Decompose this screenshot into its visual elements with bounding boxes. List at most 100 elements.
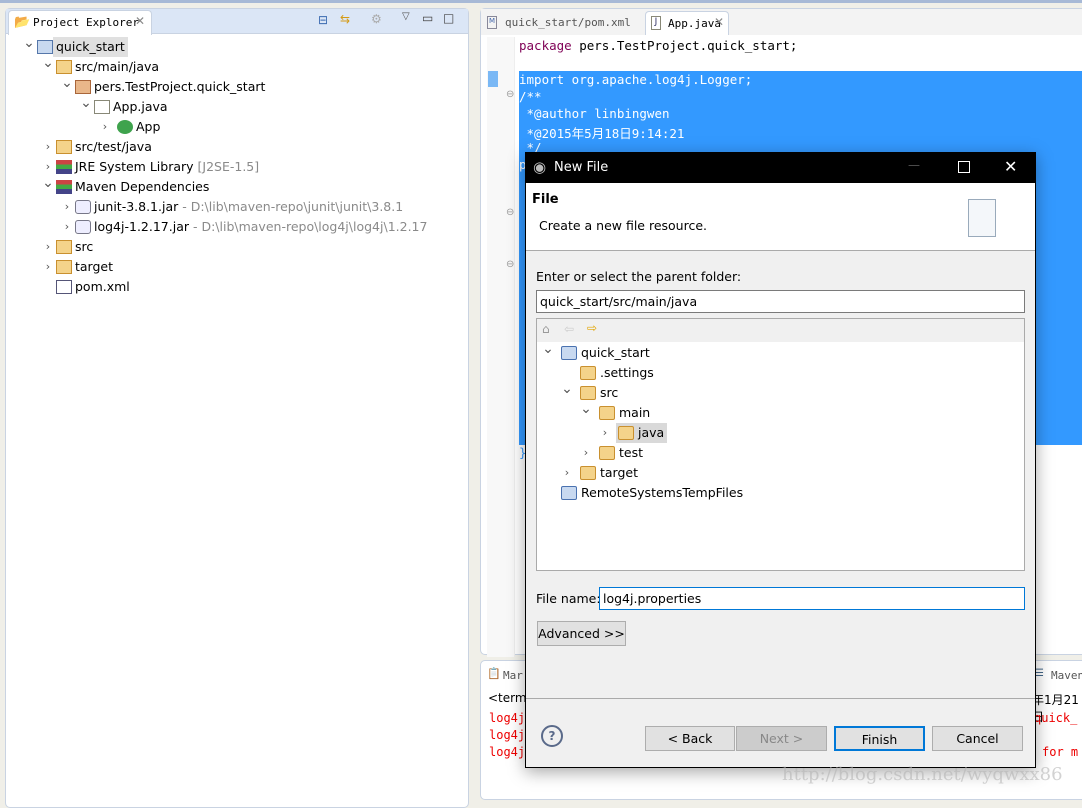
folder-icon: [580, 386, 596, 400]
tree-item[interactable]: ⌄ quick_start: [6, 35, 466, 57]
filter-icon[interactable]: ⚙: [371, 12, 382, 26]
tree-item-label: target: [75, 259, 114, 274]
advanced-button[interactable]: Advanced >>: [537, 621, 626, 646]
tree-item-label: Maven Dependencies: [75, 179, 210, 194]
folder-tree-item-label: quick_start: [581, 345, 650, 360]
chevron-down-icon[interactable]: ⌄: [42, 53, 54, 73]
back-button[interactable]: < Back: [645, 726, 735, 751]
chevron-down-icon[interactable]: ⌄: [61, 73, 73, 93]
tab-pom-xml[interactable]: M quick_start/pom.xml: [485, 12, 645, 34]
file-name-input[interactable]: log4j.properties: [599, 587, 1025, 610]
back-arrow-icon[interactable]: ⇦: [564, 322, 574, 336]
tree-item[interactable]: ⌄ Maven Dependencies: [6, 175, 466, 197]
chevron-right-icon[interactable]: ›: [42, 237, 54, 257]
tab-markers[interactable]: Mar: [503, 669, 523, 682]
tree-item[interactable]: ⌄ pers.TestProject.quick_start: [6, 75, 466, 97]
new-file-dialog: ◉ New File — ✕ File Create a new file re…: [525, 152, 1036, 768]
chevron-down-icon[interactable]: ⌄: [42, 173, 54, 193]
tab-app-java[interactable]: J App.java ✕: [645, 11, 729, 35]
console-line: quick_: [1034, 711, 1078, 725]
link-editor-icon[interactable]: ⇆: [340, 12, 350, 26]
code-line: pers.TestProject.quick_start;: [571, 38, 798, 53]
help-icon[interactable]: ?: [541, 725, 563, 747]
chevron-down-icon[interactable]: ⌄: [542, 339, 554, 359]
folder-tree-item-label: main: [619, 405, 651, 420]
console-line: log4j: [489, 728, 526, 742]
tree-item[interactable]: › target: [6, 257, 466, 277]
folder-tree-item-label: test: [619, 445, 644, 460]
folder-tree-item-label: target: [600, 465, 639, 480]
chevron-right-icon[interactable]: ›: [61, 197, 73, 217]
console-line: for m: [1042, 745, 1079, 759]
fold-icon[interactable]: ⊖: [506, 259, 514, 270]
quick-diff-marker: [488, 71, 498, 87]
folder-tree-item[interactable]: RemoteSystemsTempFiles: [537, 483, 1017, 503]
close-icon[interactable]: ✕: [714, 15, 724, 29]
collapse-all-icon[interactable]: ⊟: [318, 13, 328, 27]
next-button[interactable]: Next >: [736, 726, 827, 751]
folder-tree-item[interactable]: ⌄ quick_start: [537, 341, 1017, 363]
folder-tree-item[interactable]: ⌄ main: [537, 401, 1017, 423]
tree-item[interactable]: › junit-3.8.1.jar - D:\lib\maven-repo\jun…: [6, 197, 466, 217]
folder-icon: [599, 406, 615, 420]
close-icon[interactable]: ✕: [1004, 157, 1017, 176]
chevron-down-icon[interactable]: ⌄: [561, 379, 573, 399]
tree-item[interactable]: › App: [6, 117, 466, 137]
tree-item-decoration: [J2SE-1.5]: [193, 159, 260, 174]
window-top-border: [0, 0, 1082, 3]
tab-maven[interactable]: Maven: [1051, 669, 1082, 682]
home-icon[interactable]: ⌂: [542, 322, 550, 336]
maven-icon: ☰: [1035, 668, 1044, 679]
folder-tree-item-label: src: [600, 385, 619, 400]
footer-divider: [526, 698, 1035, 699]
console-line: log4j: [489, 745, 526, 759]
forward-arrow-icon[interactable]: ⇨: [587, 321, 597, 335]
tree-item-label: src: [75, 239, 94, 254]
tree-item[interactable]: › log4j-1.2.17.jar - D:\lib\maven-repo\lo…: [6, 217, 466, 237]
chevron-right-icon[interactable]: ›: [599, 423, 611, 443]
maximize-icon[interactable]: □: [443, 11, 454, 25]
folder-tree-item[interactable]: ⌄ src: [537, 381, 1017, 403]
chevron-right-icon[interactable]: ›: [61, 217, 73, 237]
file-name-label: File name:: [536, 591, 601, 606]
code-line: *@author linbingwen: [519, 106, 670, 121]
file-wizard-icon: [968, 199, 996, 237]
folder-tree-item[interactable]: › target: [537, 463, 1017, 483]
fold-icon[interactable]: ⊖: [506, 207, 514, 218]
finish-button[interactable]: Finish: [834, 726, 925, 751]
folder-icon: [561, 346, 577, 360]
maven-file-icon: [56, 280, 72, 294]
minimize-icon[interactable]: —: [908, 158, 920, 172]
tree-item[interactable]: ⌄ App.java: [6, 95, 466, 117]
folder-tree-item[interactable]: › test: [537, 443, 1017, 463]
folder-tree-item[interactable]: .settings: [537, 363, 1017, 383]
parent-folder-input[interactable]: quick_start/src/main/java: [536, 290, 1025, 313]
tree-item[interactable]: pom.xml: [6, 277, 466, 297]
chevron-down-icon[interactable]: ⌄: [23, 33, 35, 53]
chevron-right-icon[interactable]: ›: [580, 443, 592, 463]
cancel-button[interactable]: Cancel: [932, 726, 1023, 751]
tree-toolbar: ⌂ ⇦ ⇨: [537, 319, 1024, 342]
chevron-down-icon[interactable]: ⌄: [80, 93, 92, 113]
folder-icon: [561, 486, 577, 500]
maximize-icon[interactable]: [958, 161, 970, 173]
fold-icon[interactable]: ⊖: [506, 89, 514, 100]
view-menu-icon[interactable]: ▽: [402, 11, 410, 22]
library-icon: [56, 180, 72, 194]
chevron-right-icon[interactable]: ›: [99, 117, 111, 137]
parent-folder-label: Enter or select the parent folder:: [536, 269, 742, 284]
tree-item[interactable]: › src/test/java: [6, 137, 466, 157]
chevron-right-icon[interactable]: ›: [42, 257, 54, 277]
close-icon[interactable]: ✕: [135, 14, 145, 28]
chevron-right-icon[interactable]: ›: [561, 463, 573, 483]
tree-item[interactable]: ⌄ src/main/java: [6, 55, 466, 77]
folder-tree-item[interactable]: › java: [537, 423, 1017, 443]
chevron-right-icon[interactable]: ›: [42, 137, 54, 157]
chevron-down-icon[interactable]: ⌄: [580, 399, 592, 419]
tree-item[interactable]: › src: [6, 237, 466, 257]
source-folder-icon: [56, 140, 72, 154]
tab-project-explorer[interactable]: 📂 Project Explorer ✕: [8, 10, 152, 35]
tree-item[interactable]: › JRE System Library [J2SE-1.5]: [6, 157, 466, 177]
minimize-icon[interactable]: ▭: [422, 11, 433, 25]
folder-icon: [56, 260, 72, 274]
